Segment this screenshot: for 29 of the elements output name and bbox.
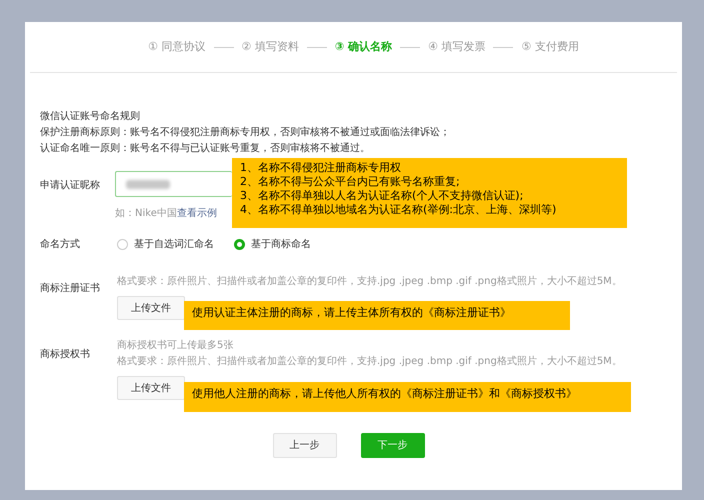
step-indicator: ③ 确认名称 [334, 38, 392, 55]
radio-button[interactable] [234, 239, 245, 250]
nickname-input-field[interactable] [115, 171, 232, 197]
previous-button[interactable]: 上一步 [272, 433, 336, 458]
rule-text: 认证命名唯一原则：账号名不得与已认证账号重复，否则审核将不被通过。 [40, 142, 371, 156]
radio-button[interactable] [117, 239, 128, 250]
radio-label: 基于商标命名 [251, 238, 311, 252]
rules-title: 微信认证账号命名规则 [40, 110, 141, 124]
upload-button[interactable]: 上传文件 [117, 376, 185, 400]
format-hint: 格式要求：原件照片、扫描件或者加盖公章的复印件，支持.jpg .jpeg .bmp .gif .png格式照片，大小不超过5M。 [117, 354, 622, 369]
radio-label: 基于自选词汇命名 [134, 238, 214, 252]
field-label: 商标授权书 [40, 348, 91, 362]
annotation-callout: 使用认证主体注册的商标，请上传主体所有权的《商标注册证书》 [184, 301, 570, 330]
field-label: 商标注册证书 [40, 282, 101, 296]
step-indicator: ④ 填写发票 [428, 38, 486, 55]
annotation-callout: 使用他人注册的商标，请上传他人所有权的《商标注册证书》和《商标授权书》 [184, 382, 631, 412]
format-hint: 商标授权书可上传最多5张 [117, 338, 234, 353]
example-text: 如：Nike中国 [115, 208, 177, 219]
example-link[interactable]: 查看示例 [176, 208, 217, 219]
format-hint: 格式要求：原件照片、扫描件或者加盖公章的复印件，支持.jpg .jpeg .bmp .gif .png格式照片，大小不超过5M。 [117, 274, 622, 289]
field-label: 命名方式 [40, 238, 81, 252]
rule-text: 保护注册商标原则：账号名不得侵犯注册商标专用权，否则审核将不被通过或面临法律诉讼； [40, 126, 451, 140]
step-indicator: ② 填写资料 [242, 38, 299, 55]
annotation-callout: 1、名称不得侵犯注册商标专用权 2、名称不得与公众平台内已有账号名称重复; 3、名称不得单独以人名为认证名称(个人不支持微信认证); 4、名称不得单独以地域名为认证名称(举例:北京、上海、深圳等) [232, 158, 627, 228]
upload-button[interactable]: 上传文件 [117, 296, 185, 320]
step-indicator: ① 同意协议 [148, 38, 206, 55]
step-indicator: ⑤ 支付费用 [521, 38, 579, 55]
field-label: 申请认证昵称 [40, 178, 101, 193]
blurred-text [126, 180, 170, 188]
